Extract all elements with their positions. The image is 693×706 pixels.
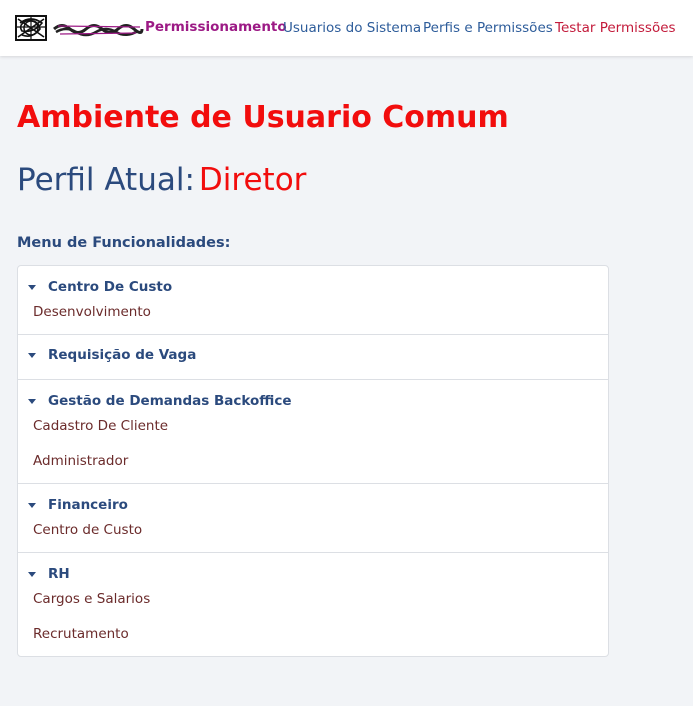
menu-group-centro-de-custo: Centro De Custo Desenvolvimento bbox=[18, 266, 608, 334]
group-label: Centro De Custo bbox=[48, 278, 173, 295]
menu-item-recrutamento[interactable]: Recrutamento bbox=[18, 617, 608, 652]
menu-item-centro-de-custo[interactable]: Centro de Custo bbox=[18, 513, 608, 548]
group-header[interactable]: Requisição de Vaga bbox=[18, 335, 608, 375]
menu-item-administrador[interactable]: Administrador bbox=[18, 444, 608, 479]
group-label: Requisição de Vaga bbox=[48, 347, 197, 363]
menu-item-cargos-e-salarios[interactable]: Cargos e Salarios bbox=[18, 582, 608, 617]
current-profile: Perfil Atual: Diretor bbox=[17, 162, 306, 198]
group-label: Financeiro bbox=[48, 496, 128, 513]
caret-down-icon bbox=[28, 398, 36, 404]
brand-title[interactable]: Permissionamento bbox=[145, 19, 287, 35]
page-heading: Ambiente de Usuario Comum bbox=[17, 100, 509, 135]
menu-group-gestao-de-demandas: Gestão de Demandas Backoffice Cadastro D… bbox=[18, 379, 608, 483]
menu-group-financeiro: Financeiro Centro de Custo bbox=[18, 483, 608, 552]
features-menu: Centro De Custo Desenvolvimento Requisiç… bbox=[17, 265, 609, 657]
top-navbar: Permissionamento Usuarios do Sistema Per… bbox=[0, 0, 693, 56]
nav-link-usuarios[interactable]: Usuarios do Sistema bbox=[283, 20, 421, 36]
nav-link-perfis[interactable]: Perfis e Permissões bbox=[423, 20, 553, 36]
menu-title: Menu de Funcionalidades: bbox=[17, 235, 231, 251]
caret-down-icon bbox=[28, 284, 36, 290]
nav-link-testar[interactable]: Testar Permissões bbox=[555, 20, 676, 36]
caret-down-icon bbox=[28, 571, 36, 577]
group-label: Gestão de Demandas Backoffice bbox=[48, 392, 292, 409]
scribbled-logo-icon[interactable] bbox=[14, 13, 48, 43]
profile-label: Perfil Atual: bbox=[17, 162, 195, 198]
caret-down-icon bbox=[28, 353, 36, 358]
profile-value: Diretor bbox=[198, 162, 307, 198]
redacted-scribble-icon bbox=[53, 24, 144, 37]
menu-group-rh: RH Cargos e Salarios Recrutamento bbox=[18, 552, 608, 656]
menu-group-requisicao-de-vaga: Requisição de Vaga bbox=[18, 334, 608, 379]
menu-item-desenvolvimento[interactable]: Desenvolvimento bbox=[18, 295, 608, 330]
menu-item-cadastro-de-cliente[interactable]: Cadastro De Cliente bbox=[18, 409, 608, 444]
caret-down-icon bbox=[28, 502, 36, 508]
group-label: RH bbox=[48, 565, 70, 582]
